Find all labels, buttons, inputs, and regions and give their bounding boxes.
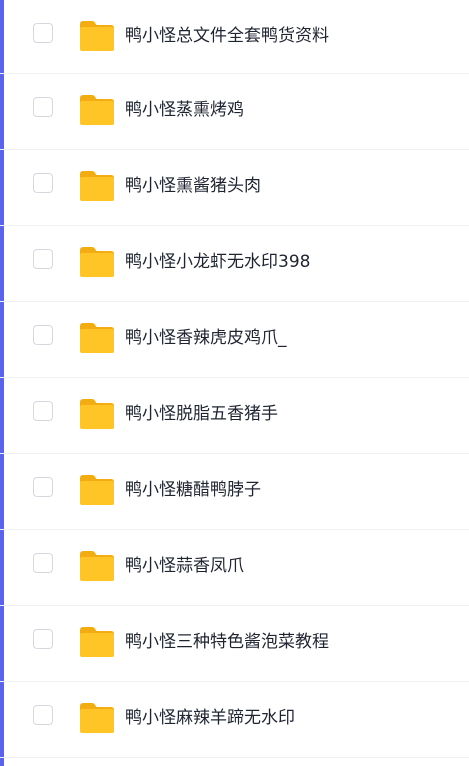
row-checkbox[interactable] <box>33 23 53 43</box>
file-row[interactable]: 鸭小怪熏酱猪头肉 <box>0 150 469 226</box>
file-row[interactable]: 鸭小怪蒜香凤爪 <box>0 530 469 606</box>
folder-icon <box>78 321 116 355</box>
file-name[interactable]: 鸭小怪麻辣羊蹄无水印 <box>125 707 295 729</box>
row-checkbox[interactable] <box>33 97 53 117</box>
folder-icon <box>78 93 116 127</box>
row-checkbox[interactable] <box>33 705 53 725</box>
file-name[interactable]: 鸭小怪脱脂五香猪手 <box>125 403 278 425</box>
folder-icon <box>78 245 116 279</box>
file-row[interactable]: 鸭小怪总文件全套鸭货资料 <box>0 0 469 74</box>
folder-icon <box>78 701 116 735</box>
row-checkbox[interactable] <box>33 477 53 497</box>
file-row[interactable]: 鸭小怪三种特色酱泡菜教程 <box>0 606 469 682</box>
file-row[interactable]: 鸭小怪香辣虎皮鸡爪_ <box>0 302 469 378</box>
row-checkbox[interactable] <box>33 173 53 193</box>
file-name[interactable]: 鸭小怪小龙虾无水印398 <box>125 251 310 273</box>
row-checkbox[interactable] <box>33 249 53 269</box>
file-row[interactable]: 鸭小怪蒸熏烤鸡 <box>0 74 469 150</box>
file-name[interactable]: 鸭小怪蒸熏烤鸡 <box>125 99 244 121</box>
row-checkbox[interactable] <box>33 553 53 573</box>
folder-icon <box>78 549 116 583</box>
file-row[interactable]: 鸭小怪糖醋鸭脖子 <box>0 454 469 530</box>
file-row[interactable]: 鸭小怪小龙虾无水印398 <box>0 226 469 302</box>
file-name[interactable]: 鸭小怪香辣虎皮鸡爪_ <box>125 327 287 349</box>
file-name[interactable]: 鸭小怪总文件全套鸭货资料 <box>125 25 329 47</box>
file-name[interactable]: 鸭小怪三种特色酱泡菜教程 <box>125 631 329 653</box>
file-row[interactable]: 鸭小怪麻辣羊蹄无水印 <box>0 682 469 758</box>
folder-icon <box>78 19 116 53</box>
folder-icon <box>78 169 116 203</box>
row-checkbox[interactable] <box>33 629 53 649</box>
folder-icon <box>78 397 116 431</box>
file-name[interactable]: 鸭小怪蒜香凤爪 <box>125 555 244 577</box>
file-name[interactable]: 鸭小怪糖醋鸭脖子 <box>125 479 261 501</box>
file-row[interactable]: 鸭小怪脱脂五香猪手 <box>0 378 469 454</box>
folder-icon <box>78 473 116 507</box>
row-checkbox[interactable] <box>33 325 53 345</box>
folder-icon <box>78 625 116 659</box>
row-checkbox[interactable] <box>33 401 53 421</box>
file-name[interactable]: 鸭小怪熏酱猪头肉 <box>125 175 261 197</box>
file-list: 鸭小怪总文件全套鸭货资料 鸭小怪蒸熏烤鸡 鸭小怪熏酱猪头肉 鸭小怪小龙虾无水印3… <box>0 0 469 758</box>
